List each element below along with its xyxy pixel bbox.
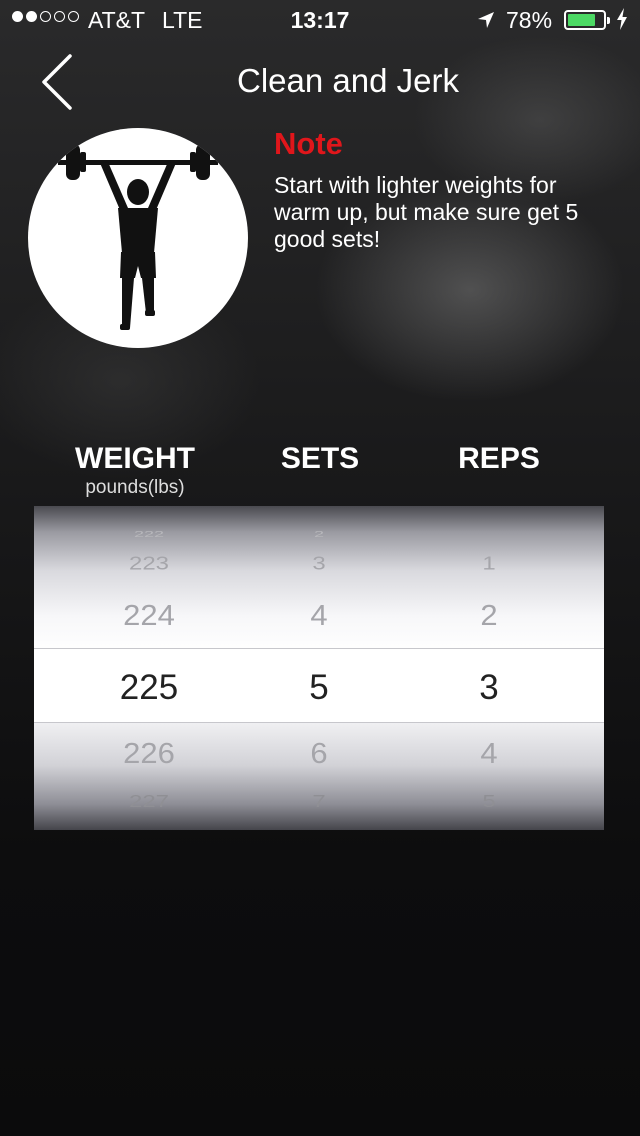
sets-picker-column[interactable]: 2 3 4 5 6 7: [269, 506, 369, 830]
picker-value[interactable]: 3: [269, 553, 369, 575]
picker-value[interactable]: 223: [84, 553, 214, 575]
picker-value[interactable]: 4: [269, 599, 369, 632]
battery-percent: 78%: [506, 7, 553, 33]
sets-header: SETS: [280, 442, 360, 475]
selected-reps-value[interactable]: 3: [439, 668, 539, 708]
weight-picker-column[interactable]: 222 223 224 225 226 227: [84, 506, 214, 830]
selected-weight-value[interactable]: 225: [84, 668, 214, 708]
picker-value[interactable]: 7: [269, 792, 369, 812]
weight-header: WEIGHT: [75, 442, 195, 475]
battery-cap: [607, 17, 610, 24]
reps-picker-column[interactable]: 1 2 3 4 5: [439, 506, 539, 830]
picker-value[interactable]: 5: [439, 792, 539, 812]
picker-value[interactable]: 226: [84, 737, 214, 770]
picker-value[interactable]: 4: [439, 737, 539, 770]
charging-bolt-icon: [617, 8, 627, 30]
weight-unit-label: pounds(lbs): [85, 477, 185, 498]
exercise-illustration: [28, 128, 248, 348]
picker-value[interactable]: 224: [84, 599, 214, 632]
picker-value[interactable]: 6: [269, 737, 369, 770]
page-title: Clean and Jerk: [237, 62, 459, 99]
picker-value[interactable]: 227: [84, 792, 214, 812]
selected-sets-value[interactable]: 5: [269, 668, 369, 708]
battery-level-fill: [568, 14, 595, 26]
weightlifter-icon: [58, 144, 218, 330]
battery-icon: [564, 10, 610, 30]
location-arrow-icon: [478, 12, 494, 28]
note-text: Start with lighter weights for warm up, …: [274, 172, 579, 252]
picker-value[interactable]: 2: [269, 530, 369, 539]
picker-value[interactable]: 222: [84, 530, 214, 539]
picker-value[interactable]: 2: [439, 599, 539, 632]
note-title: Note: [274, 126, 343, 161]
status-bar: AT&T LTE 13:17 78%: [0, 0, 640, 40]
workout-picker[interactable]: 222 223 224 225 226 227 2 3 4 5 6 7 1 2 …: [34, 506, 604, 830]
picker-value[interactable]: 1: [439, 553, 539, 575]
reps-header: REPS: [458, 442, 540, 475]
